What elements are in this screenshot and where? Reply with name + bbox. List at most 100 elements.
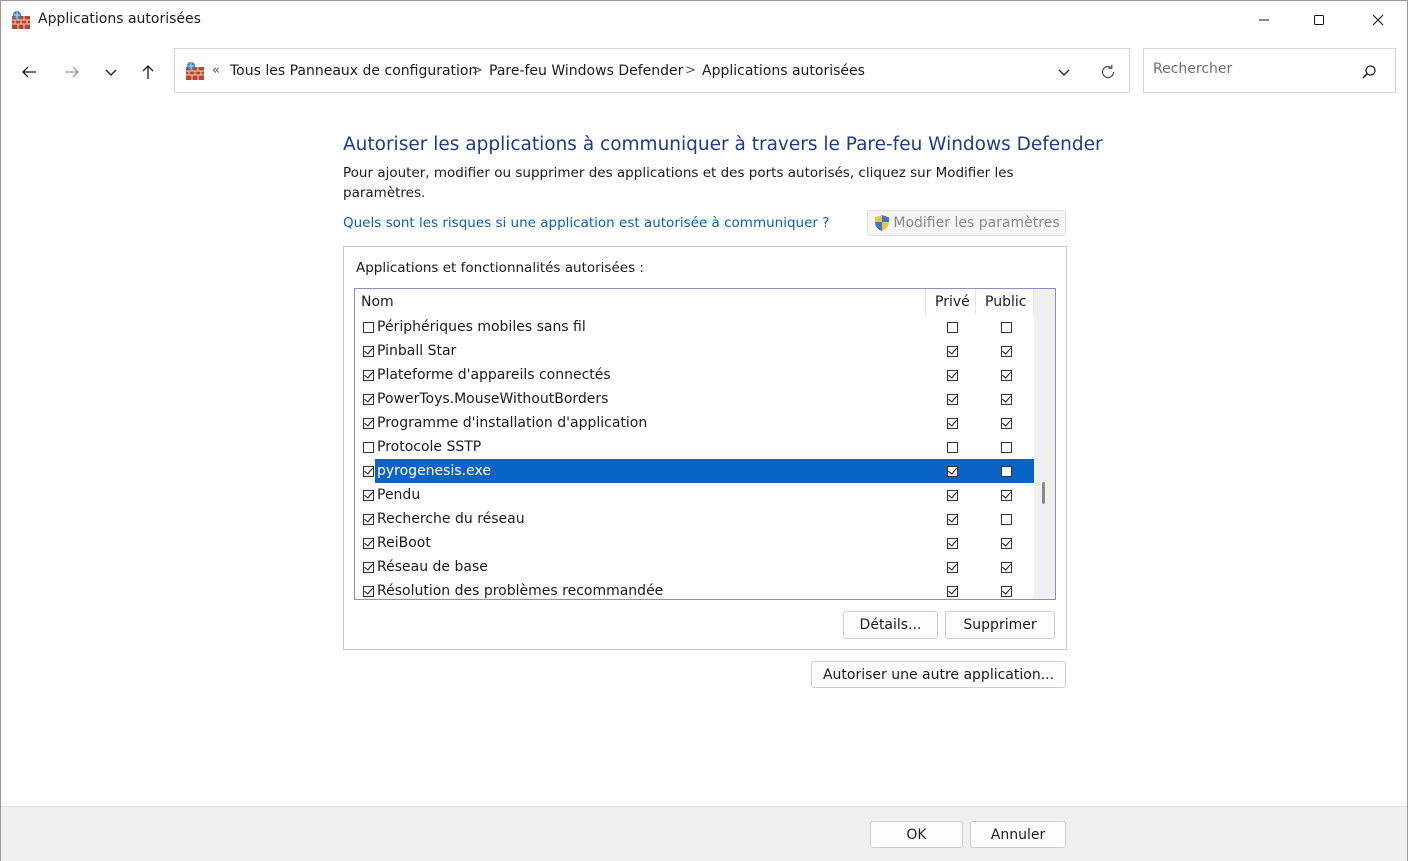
- minimize-icon: [1259, 19, 1269, 21]
- allowed-apps-group: Applications et fonctionnalités autorisé…: [343, 246, 1067, 650]
- list-row[interactable]: Résolution des problèmes recommandée: [355, 579, 1034, 599]
- breadcrumb-separator[interactable]: >: [472, 63, 483, 78]
- close-button[interactable]: [1355, 1, 1401, 39]
- ok-button[interactable]: OK: [870, 821, 963, 848]
- search-input[interactable]: [1153, 61, 1353, 77]
- title-bar: Applications autorisées: [1, 1, 1407, 39]
- row-public-checkbox[interactable]: [1001, 538, 1012, 549]
- row-app-name: Périphériques mobiles sans fil: [377, 319, 586, 335]
- address-bar[interactable]: « Tous les Panneaux de configuration > P…: [174, 48, 1130, 93]
- list-row[interactable]: Protocole SSTP: [355, 435, 1034, 459]
- row-enabled-checkbox[interactable]: [363, 538, 374, 549]
- row-private-checkbox[interactable]: [947, 538, 958, 549]
- row-public-checkbox[interactable]: [1001, 418, 1012, 429]
- row-enabled-checkbox[interactable]: [363, 466, 374, 477]
- row-enabled-checkbox[interactable]: [363, 562, 374, 573]
- breadcrumb-all-control-panels[interactable]: Tous les Panneaux de configuration: [230, 63, 477, 79]
- row-enabled-checkbox[interactable]: [363, 586, 374, 597]
- allowed-apps-label: Applications et fonctionnalités autorisé…: [356, 260, 644, 276]
- list-row[interactable]: Pinball Star: [355, 339, 1034, 363]
- modify-settings-button[interactable]: Modifier les paramètres: [867, 210, 1066, 236]
- row-private-checkbox[interactable]: [947, 562, 958, 573]
- breadcrumb-firewall[interactable]: Pare-feu Windows Defender: [489, 63, 683, 79]
- row-private-checkbox[interactable]: [947, 442, 958, 453]
- row-public-checkbox[interactable]: [1001, 394, 1012, 405]
- list-row[interactable]: Programme d'installation d'application: [355, 411, 1034, 435]
- row-app-name: Plateforme d'appareils connectés: [377, 367, 611, 383]
- dialog-footer: OK Annuler: [1, 806, 1407, 861]
- row-private-checkbox[interactable]: [947, 394, 958, 405]
- breadcrumb-overflow[interactable]: «: [212, 63, 220, 78]
- details-button[interactable]: Détails...: [843, 611, 938, 639]
- row-app-name: ReiBoot: [377, 535, 431, 551]
- row-private-checkbox[interactable]: [947, 418, 958, 429]
- forward-button[interactable]: [59, 59, 85, 85]
- row-public-checkbox[interactable]: [1001, 562, 1012, 573]
- back-button[interactable]: [16, 59, 42, 85]
- column-divider: [925, 289, 926, 315]
- column-public[interactable]: Public: [985, 294, 1026, 310]
- column-private[interactable]: Privé: [935, 294, 970, 310]
- list-row[interactable]: Réseau de base: [355, 555, 1034, 579]
- row-enabled-checkbox[interactable]: [363, 394, 374, 405]
- row-private-checkbox[interactable]: [947, 490, 958, 501]
- list-row[interactable]: Périphériques mobiles sans fil: [355, 315, 1034, 339]
- search-box[interactable]: [1143, 48, 1396, 93]
- list-row[interactable]: ReiBoot: [355, 531, 1034, 555]
- dialog-window: Applications autorisées « Tous les Panne…: [0, 0, 1408, 861]
- row-public-checkbox[interactable]: [1001, 586, 1012, 597]
- window-title: Applications autorisées: [38, 11, 201, 27]
- refresh-icon[interactable]: [1099, 63, 1117, 81]
- row-private-checkbox[interactable]: [947, 370, 958, 381]
- up-button[interactable]: [135, 59, 161, 85]
- risks-help-link[interactable]: Quels sont les risques si une applicatio…: [343, 215, 829, 231]
- list-row[interactable]: PowerToys.MouseWithoutBorders: [355, 387, 1034, 411]
- row-app-name: pyrogenesis.exe: [375, 459, 1034, 483]
- row-public-checkbox[interactable]: [1001, 442, 1012, 453]
- row-app-name: Pinball Star: [377, 343, 457, 359]
- row-app-name: Résolution des problèmes recommandée: [377, 583, 664, 599]
- row-public-checkbox[interactable]: [1001, 514, 1012, 525]
- row-private-checkbox[interactable]: [947, 346, 958, 357]
- row-enabled-checkbox[interactable]: [363, 490, 374, 501]
- row-app-name: Réseau de base: [377, 559, 488, 575]
- row-public-checkbox[interactable]: [1001, 490, 1012, 501]
- breadcrumb-allowed-apps[interactable]: Applications autorisées: [702, 63, 865, 79]
- allow-another-app-button[interactable]: Autoriser une autre application...: [811, 661, 1066, 688]
- maximize-button[interactable]: [1296, 1, 1342, 39]
- firewall-icon: [12, 11, 30, 29]
- uac-shield-icon: [875, 215, 890, 231]
- scrollbar-thumb[interactable]: [1042, 482, 1045, 504]
- row-private-checkbox[interactable]: [947, 586, 958, 597]
- recent-locations-button[interactable]: [98, 59, 124, 85]
- row-public-checkbox[interactable]: [1001, 322, 1012, 333]
- row-public-checkbox[interactable]: [1001, 466, 1012, 477]
- row-enabled-checkbox[interactable]: [363, 370, 374, 381]
- modify-settings-label: Modifier les paramètres: [893, 215, 1060, 231]
- column-name[interactable]: Nom: [361, 294, 394, 310]
- row-public-checkbox[interactable]: [1001, 346, 1012, 357]
- search-icon[interactable]: [1361, 64, 1377, 80]
- cancel-button[interactable]: Annuler: [970, 821, 1066, 848]
- row-enabled-checkbox[interactable]: [363, 442, 374, 453]
- row-private-checkbox[interactable]: [947, 514, 958, 525]
- row-enabled-checkbox[interactable]: [363, 418, 374, 429]
- breadcrumb-separator[interactable]: >: [685, 63, 696, 78]
- list-row[interactable]: Recherche du réseau: [355, 507, 1034, 531]
- allowed-apps-list[interactable]: Nom Privé Public Périphériques mobiles s…: [354, 288, 1056, 600]
- minimize-button[interactable]: [1241, 1, 1287, 39]
- row-private-checkbox[interactable]: [947, 466, 958, 477]
- list-row[interactable]: Pendu: [355, 483, 1034, 507]
- row-enabled-checkbox[interactable]: [363, 322, 374, 333]
- list-row[interactable]: Plateforme d'appareils connectés: [355, 363, 1034, 387]
- list-scrollbar[interactable]: [1034, 289, 1055, 599]
- list-row[interactable]: pyrogenesis.exe: [355, 459, 1034, 483]
- row-app-name: Pendu: [377, 487, 421, 503]
- arrow-up-icon: [142, 65, 154, 79]
- row-enabled-checkbox[interactable]: [363, 514, 374, 525]
- row-private-checkbox[interactable]: [947, 322, 958, 333]
- address-dropdown-icon[interactable]: [1057, 65, 1071, 79]
- remove-button[interactable]: Supprimer: [945, 611, 1055, 639]
- row-public-checkbox[interactable]: [1001, 370, 1012, 381]
- row-enabled-checkbox[interactable]: [363, 346, 374, 357]
